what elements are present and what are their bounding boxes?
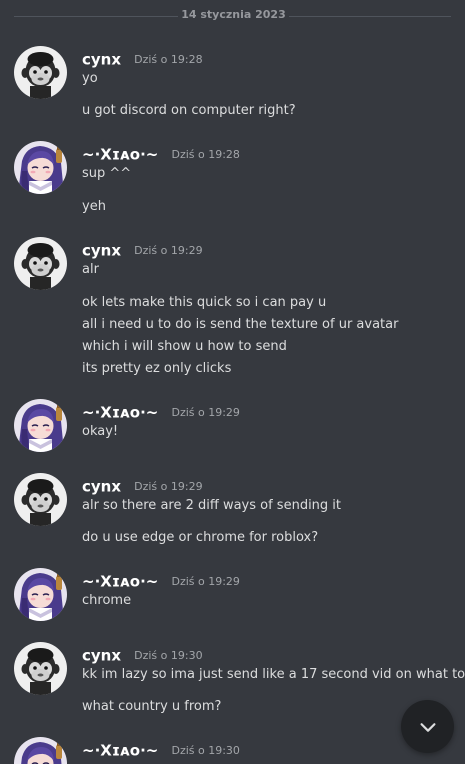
message-header: ~·Xɪᴀᴏ·~ Dziś o 19:30 (82, 740, 240, 760)
chat-messages[interactable]: 14 stycznia 2023 cynx Dziś o 19:28 yo u … (0, 0, 465, 764)
message-text: alr so there are 2 diff ways of sending … (82, 498, 342, 513)
date-divider-label: 14 stycznia 2023 (181, 8, 286, 21)
message-header: ~·Xɪᴀᴏ·~ Dziś o 19:29 (82, 571, 240, 591)
chevron-down-icon (419, 722, 436, 732)
username[interactable]: cynx (82, 478, 121, 496)
message-text: ok lets make this quick so i can pay u (82, 295, 327, 310)
message-text: all i need u to do is send the texture o… (82, 317, 399, 332)
message-header: cynx Dziś o 19:30 (82, 645, 203, 665)
message-text: sup ^^ (82, 166, 132, 181)
user-avatar[interactable] (14, 473, 67, 526)
timestamp: Dziś o 19:29 (134, 244, 203, 257)
anime-avatar-icon (14, 141, 67, 194)
timestamp: Dziś o 19:28 (171, 148, 240, 161)
monkey-avatar-icon (14, 46, 67, 99)
anime-avatar-icon (14, 568, 67, 621)
username[interactable]: cynx (82, 51, 121, 69)
message-text: kk im lazy so ima just send like a 17 se… (82, 667, 465, 682)
user-avatar[interactable] (14, 399, 67, 452)
message-text: yo (82, 71, 98, 86)
timestamp: Dziś o 19:28 (134, 53, 203, 66)
timestamp: Dziś o 19:30 (134, 649, 203, 662)
divider-line-right (289, 16, 451, 17)
user-avatar[interactable] (14, 237, 67, 290)
username[interactable]: ~·Xɪᴀᴏ·~ (82, 742, 158, 760)
timestamp: Dziś o 19:29 (171, 575, 240, 588)
message-text: which i will show u how to send (82, 339, 287, 354)
monkey-avatar-icon (14, 237, 67, 290)
date-divider: 14 stycznia 2023 (0, 5, 465, 29)
username[interactable]: ~·Xɪᴀᴏ·~ (82, 404, 158, 422)
message-text: chrome (82, 593, 132, 608)
anime-avatar-icon (14, 399, 67, 452)
message-text: okay! (82, 424, 119, 439)
message-text: what country u from? (82, 699, 222, 714)
message-text: alr (82, 262, 99, 277)
message-header: ~·Xɪᴀᴏ·~ Dziś o 19:28 (82, 144, 240, 164)
message-header: ~·Xɪᴀᴏ·~ Dziś o 19:29 (82, 402, 240, 422)
monkey-avatar-icon (14, 642, 67, 695)
message-text: do u use edge or chrome for roblox? (82, 530, 319, 545)
anime-avatar-icon (14, 737, 67, 764)
user-avatar[interactable] (14, 141, 67, 194)
monkey-avatar-icon (14, 473, 67, 526)
user-avatar[interactable] (14, 568, 67, 621)
username[interactable]: ~·Xɪᴀᴏ·~ (82, 573, 158, 591)
user-avatar[interactable] (14, 46, 67, 99)
timestamp: Dziś o 19:29 (134, 480, 203, 493)
message-header: cynx Dziś o 19:29 (82, 476, 203, 496)
timestamp: Dziś o 19:29 (171, 406, 240, 419)
user-avatar[interactable] (14, 737, 67, 764)
message-header: cynx Dziś o 19:29 (82, 240, 203, 260)
timestamp: Dziś o 19:30 (171, 744, 240, 757)
username[interactable]: cynx (82, 242, 121, 260)
message-header: cynx Dziś o 19:28 (82, 49, 203, 69)
divider-line-left (14, 16, 178, 17)
message-text: u got discord on computer right? (82, 103, 296, 118)
username[interactable]: ~·Xɪᴀᴏ·~ (82, 146, 158, 164)
user-avatar[interactable] (14, 642, 67, 695)
message-text: its pretty ez only clicks (82, 361, 232, 376)
jump-to-present-button[interactable] (401, 700, 454, 753)
message-text: yeh (82, 199, 106, 214)
username[interactable]: cynx (82, 647, 121, 665)
